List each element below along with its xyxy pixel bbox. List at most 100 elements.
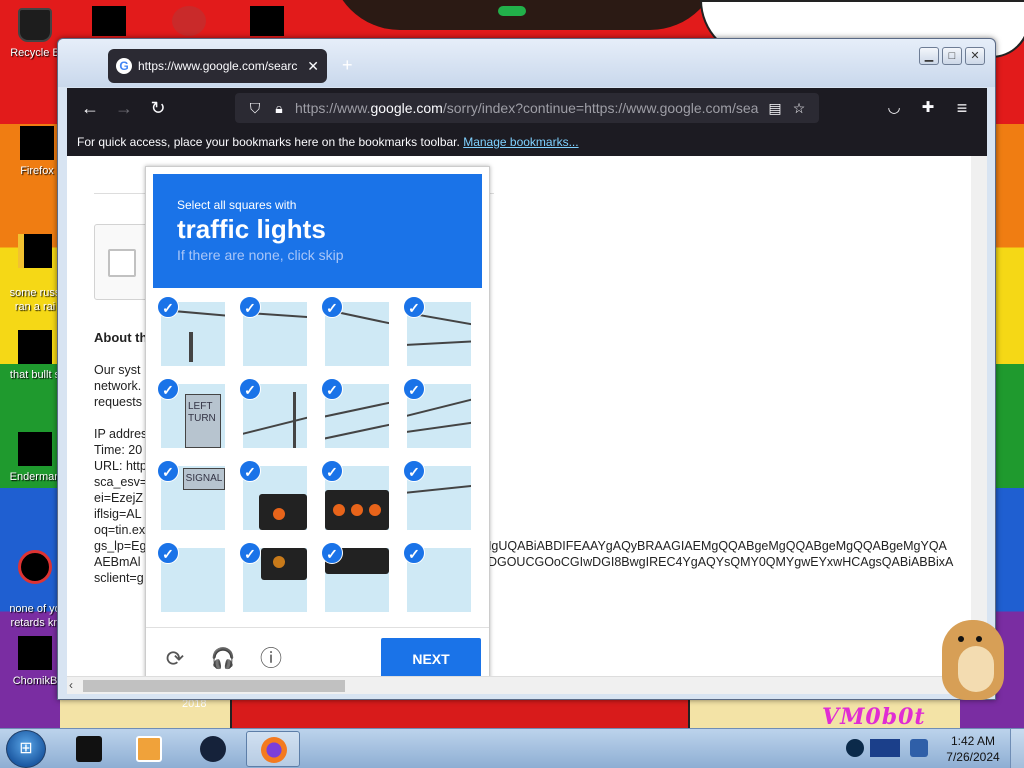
network-icon[interactable] [870,739,900,757]
scrollbar-thumb[interactable] [83,680,345,692]
tile-selected-check-icon: ✓ [239,296,261,318]
captcha-tile[interactable]: ✓ [235,376,317,458]
page-text-line: oq=tin.ex [94,523,146,537]
taskbar-button[interactable] [186,731,240,767]
taskbar-clock[interactable]: 1:42 AM 7/26/2024 [944,733,1002,765]
tile-selected-check-icon: ✓ [157,378,179,400]
reload-button[interactable]: ↻ [141,91,175,125]
forward-button[interactable]: → [107,91,141,125]
tile-selected-check-icon: ✓ [239,542,261,564]
captcha-tile[interactable]: ✓ [235,540,317,622]
firefox-icon [261,737,287,763]
info-icon[interactable]: ⓘ [258,646,284,672]
page-text-line: AEBmAl [94,555,141,569]
captcha-tile[interactable]: ✓ [317,376,399,458]
horizontal-scrollbar[interactable]: ‹ [67,676,971,694]
tile-selected-check-icon: ✓ [403,296,425,318]
maximize-button[interactable]: □ [942,47,962,65]
page-text-line: IP addres [94,427,148,441]
tile-selected-check-icon: ✓ [403,542,425,564]
desktop-icon-redacted[interactable] [250,6,284,36]
file-icon [18,234,52,268]
captcha-tile[interactable]: SIGNAL ✓ [153,458,235,540]
clock-time: 1:42 AM [950,734,996,748]
page-text-line: requests [94,395,142,409]
navigation-toolbar: ← → ↻ ⛉ 🔒︎ https://www.google.com/sorry/… [67,88,987,128]
file-icon [18,550,52,584]
captcha-tile[interactable]: ✓ [235,458,317,540]
volume-icon[interactable] [910,739,928,757]
page-text-line: sca_esv= [94,475,148,489]
desktop-icon-redacted[interactable] [92,6,126,36]
recaptcha-challenge: Select all squares with traffic lights I… [145,166,490,676]
lock-icon[interactable]: 🔒︎ [267,100,291,117]
minimize-button[interactable]: ▁ [919,47,939,65]
tile-selected-check-icon: ✓ [403,378,425,400]
address-bar[interactable]: ⛉ 🔒︎ https://www.google.com/sorry/index?… [235,93,819,123]
taskbar-button[interactable] [122,731,176,767]
captcha-tile[interactable]: ✓ [317,294,399,376]
page-text-overflow: MgUQABiABDIFEAAYgAQyBRAAGIAEMgQQABgeMgQQ… [481,539,947,553]
page-text-line: sclient=g [94,571,144,585]
new-tab-button[interactable]: + [342,55,353,76]
taskbar-button[interactable] [62,731,116,767]
menu-icon[interactable]: ≡ [945,91,979,125]
captcha-tile[interactable]: ✓ [235,294,317,376]
reader-view-icon[interactable]: ▤ [763,100,787,117]
hamster-sticker [936,606,1006,700]
captcha-tile[interactable]: LEFT TURN ✓ [153,376,235,458]
captcha-tile[interactable]: ✓ [317,458,399,540]
tile-selected-check-icon: ✓ [157,460,179,482]
page-text-line: network. [94,379,142,393]
shield-icon[interactable]: ⛉ [243,100,267,117]
app-icon [76,736,102,762]
back-button[interactable]: ← [73,91,107,125]
url-text[interactable]: https://www.google.com/sorry/index?conti… [295,100,763,116]
file-icon [18,330,52,364]
captcha-tile[interactable]: ✓ [399,376,481,458]
desktop-icon-redacted[interactable] [172,6,206,36]
tile-selected-check-icon: ✓ [239,378,261,400]
reload-challenge-icon[interactable]: ⟳ [162,646,188,672]
captcha-tile[interactable]: ✓ [317,540,399,622]
tab-close-icon[interactable]: ✕ [307,58,319,75]
next-button[interactable]: NEXT [381,638,481,676]
vertical-scrollbar[interactable] [971,156,987,676]
tile-selected-check-icon: ✓ [403,460,425,482]
scroll-left-icon[interactable]: ‹ [69,678,73,692]
close-window-button[interactable]: ✕ [965,47,985,65]
recaptcha-checkbox[interactable] [108,249,136,277]
audio-challenge-icon[interactable]: 🎧 [210,646,236,672]
instruction-target: traffic lights [177,214,326,244]
extensions-icon[interactable]: ✚ [911,91,945,125]
start-button[interactable]: ⊞ [6,730,46,768]
show-desktop-button[interactable] [1010,729,1024,768]
captcha-tile[interactable]: ✓ [153,294,235,376]
recaptcha-footer: ⟳ 🎧 ⓘ NEXT [146,627,489,676]
instruction-top: Select all squares with [177,198,297,212]
window-titlebar[interactable]: G https://www.google.com/searc ✕ + ▁ □ ✕ [58,39,995,87]
media-player-icon [136,736,162,762]
instruction-bottom: If there are none, click skip [177,247,344,263]
pocket-icon[interactable]: ◡ [877,91,911,125]
window-controls: ▁ □ ✕ [919,47,985,65]
wallpaper-decoration [498,6,526,16]
manage-bookmarks-link[interactable]: Manage bookmarks... [463,135,578,149]
bookmark-star-icon[interactable]: ☆ [787,100,811,117]
captcha-tile[interactable]: ✓ [399,540,481,622]
system-tray [840,731,940,767]
captcha-tile[interactable]: ✓ [399,458,481,540]
captcha-tile[interactable]: ✓ [399,294,481,376]
taskbar-button-firefox[interactable] [246,731,300,767]
recaptcha-header: Select all squares with traffic lights I… [153,174,482,288]
clock-date: 7/26/2024 [946,750,1000,764]
toolbar-right: ◡ ✚ ≡ [877,91,979,125]
taskbar: ⊞ 1:42 AM 7/26/2024 [0,728,1024,768]
page-text-line: URL: http [94,459,147,473]
firefox-icon [20,126,54,160]
page-text-line: iflsig=AL [94,507,142,521]
browser-tab[interactable]: G https://www.google.com/searc ✕ [108,49,327,83]
captcha-tile[interactable]: ✓ [153,540,235,622]
tray-icon[interactable] [846,739,864,757]
wallpaper-decoration [330,0,720,30]
